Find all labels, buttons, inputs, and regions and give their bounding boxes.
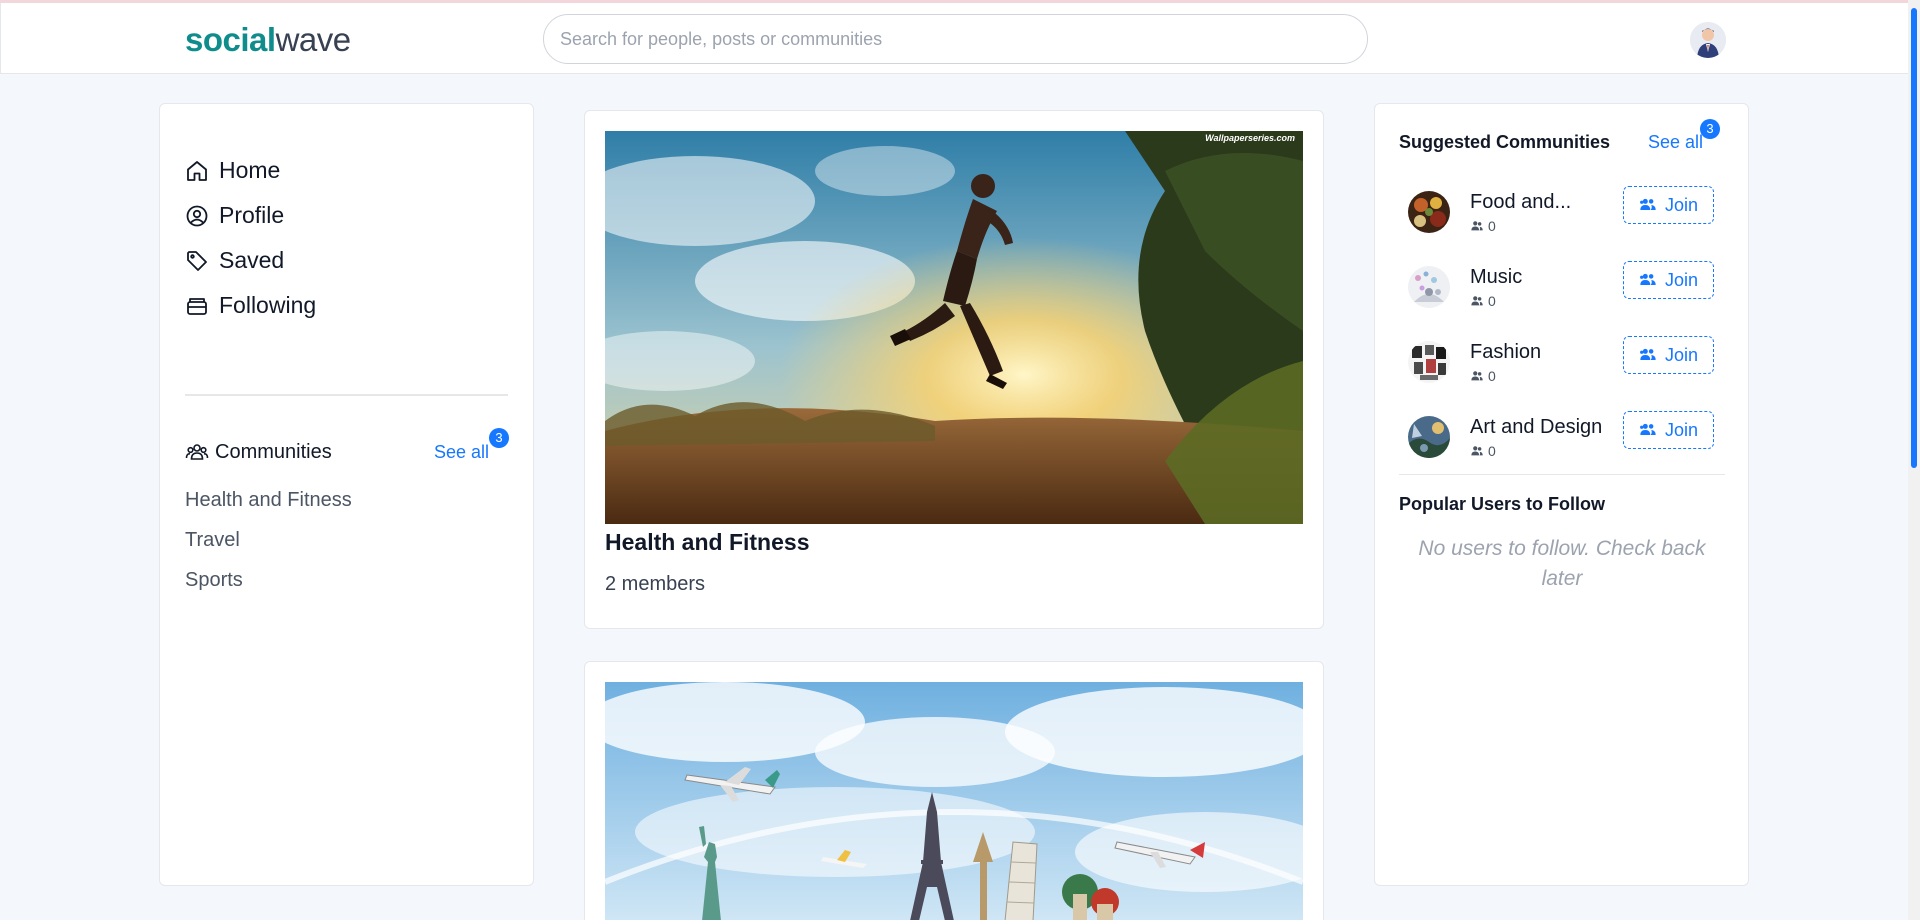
sidebar-divider: [185, 394, 508, 396]
nav-following-label: Following: [219, 292, 317, 318]
nav-saved-label: Saved: [219, 247, 285, 273]
right-divider: [1399, 474, 1725, 475]
app-logo[interactable]: socialwave: [185, 21, 351, 59]
community-member-count: 0: [1470, 218, 1496, 234]
community-member-count: 0: [1470, 293, 1496, 309]
communities-title: Communities: [215, 440, 332, 463]
community-member-count: 0: [1470, 443, 1496, 459]
community-thumbnail[interactable]: [1408, 341, 1450, 383]
post-title[interactable]: Health and Fitness: [605, 529, 809, 556]
suggested-communities-title: Suggested Communities: [1399, 132, 1611, 152]
nav-saved[interactable]: Saved: [185, 247, 284, 274]
suggested-count-badge: 3: [1700, 119, 1720, 139]
community-name[interactable]: Food and...: [1470, 191, 1571, 214]
join-button[interactable]: Join: [1623, 186, 1714, 224]
empty-state-message: No users to follow. Check back later: [1418, 537, 1706, 590]
tag-icon: [187, 250, 207, 271]
search-input[interactable]: [543, 14, 1368, 64]
community-link-sports[interactable]: Sports: [185, 569, 243, 592]
users-icon: [1471, 221, 1483, 231]
users-icon: [1640, 198, 1656, 210]
users-icon: [1471, 296, 1483, 306]
community-link-health-and-fitness[interactable]: Health and Fitness: [185, 489, 352, 512]
users-icon: [1471, 371, 1483, 381]
users-icon: [1640, 423, 1656, 435]
users-icon: [1471, 446, 1483, 456]
popular-users-title: Popular Users to Follow: [1399, 494, 1606, 514]
communities-heading: Communities: [185, 440, 332, 464]
nav-profile[interactable]: Profile: [185, 202, 284, 229]
post-card[interactable]: [584, 661, 1324, 920]
community-thumbnail[interactable]: [1408, 191, 1450, 233]
join-button[interactable]: Join: [1623, 261, 1714, 299]
post-card[interactable]: Wallpaperseries.com Health and Fitness 2…: [584, 110, 1324, 629]
nav-following[interactable]: Following: [185, 292, 316, 319]
community-name[interactable]: Music: [1470, 266, 1522, 289]
join-button[interactable]: Join: [1623, 336, 1714, 374]
nav-home[interactable]: Home: [185, 157, 280, 184]
post-image-travel[interactable]: [605, 682, 1303, 920]
community-link-travel[interactable]: Travel: [185, 529, 240, 552]
suggested-community-item: Art and Design 0 Join: [1400, 411, 1730, 471]
suggested-community-item: Food and... 0 Join: [1400, 186, 1730, 246]
user-avatar[interactable]: [1690, 22, 1726, 58]
users-icon: [1640, 273, 1656, 285]
community-name[interactable]: Art and Design: [1470, 416, 1602, 439]
post-members-count: 2 members: [605, 573, 706, 595]
home-icon: [187, 160, 207, 181]
users-group-icon: [185, 444, 209, 460]
suggested-community-item: Music 0 Join: [1400, 261, 1730, 321]
community-member-count: 0: [1470, 368, 1496, 384]
join-button[interactable]: Join: [1623, 411, 1714, 449]
communities-see-all-link[interactable]: See all: [434, 442, 489, 463]
post-image-runner[interactable]: Wallpaperseries.com: [605, 131, 1303, 524]
user-circle-icon: [186, 205, 208, 226]
right-sidebar: Suggested Communities See all 3 Food and…: [1374, 103, 1749, 886]
community-thumbnail[interactable]: [1408, 266, 1450, 308]
left-sidebar: Home Profile Saved Following Communities…: [159, 103, 534, 886]
nav-profile-label: Profile: [219, 202, 285, 228]
nav-home-label: Home: [219, 157, 281, 183]
communities-count-badge: 3: [489, 428, 509, 448]
page-scrollbar-thumb[interactable]: [1911, 8, 1917, 468]
top-header: socialwave: [0, 3, 1908, 74]
image-watermark: Wallpaperseries.com: [1205, 133, 1295, 143]
suggested-community-item: Fashion 0 Join: [1400, 336, 1730, 396]
community-thumbnail[interactable]: [1408, 416, 1450, 458]
community-name[interactable]: Fashion: [1470, 341, 1541, 364]
suggested-see-all-link[interactable]: See all: [1648, 132, 1703, 153]
inbox-icon: [187, 297, 207, 315]
users-icon: [1640, 348, 1656, 360]
